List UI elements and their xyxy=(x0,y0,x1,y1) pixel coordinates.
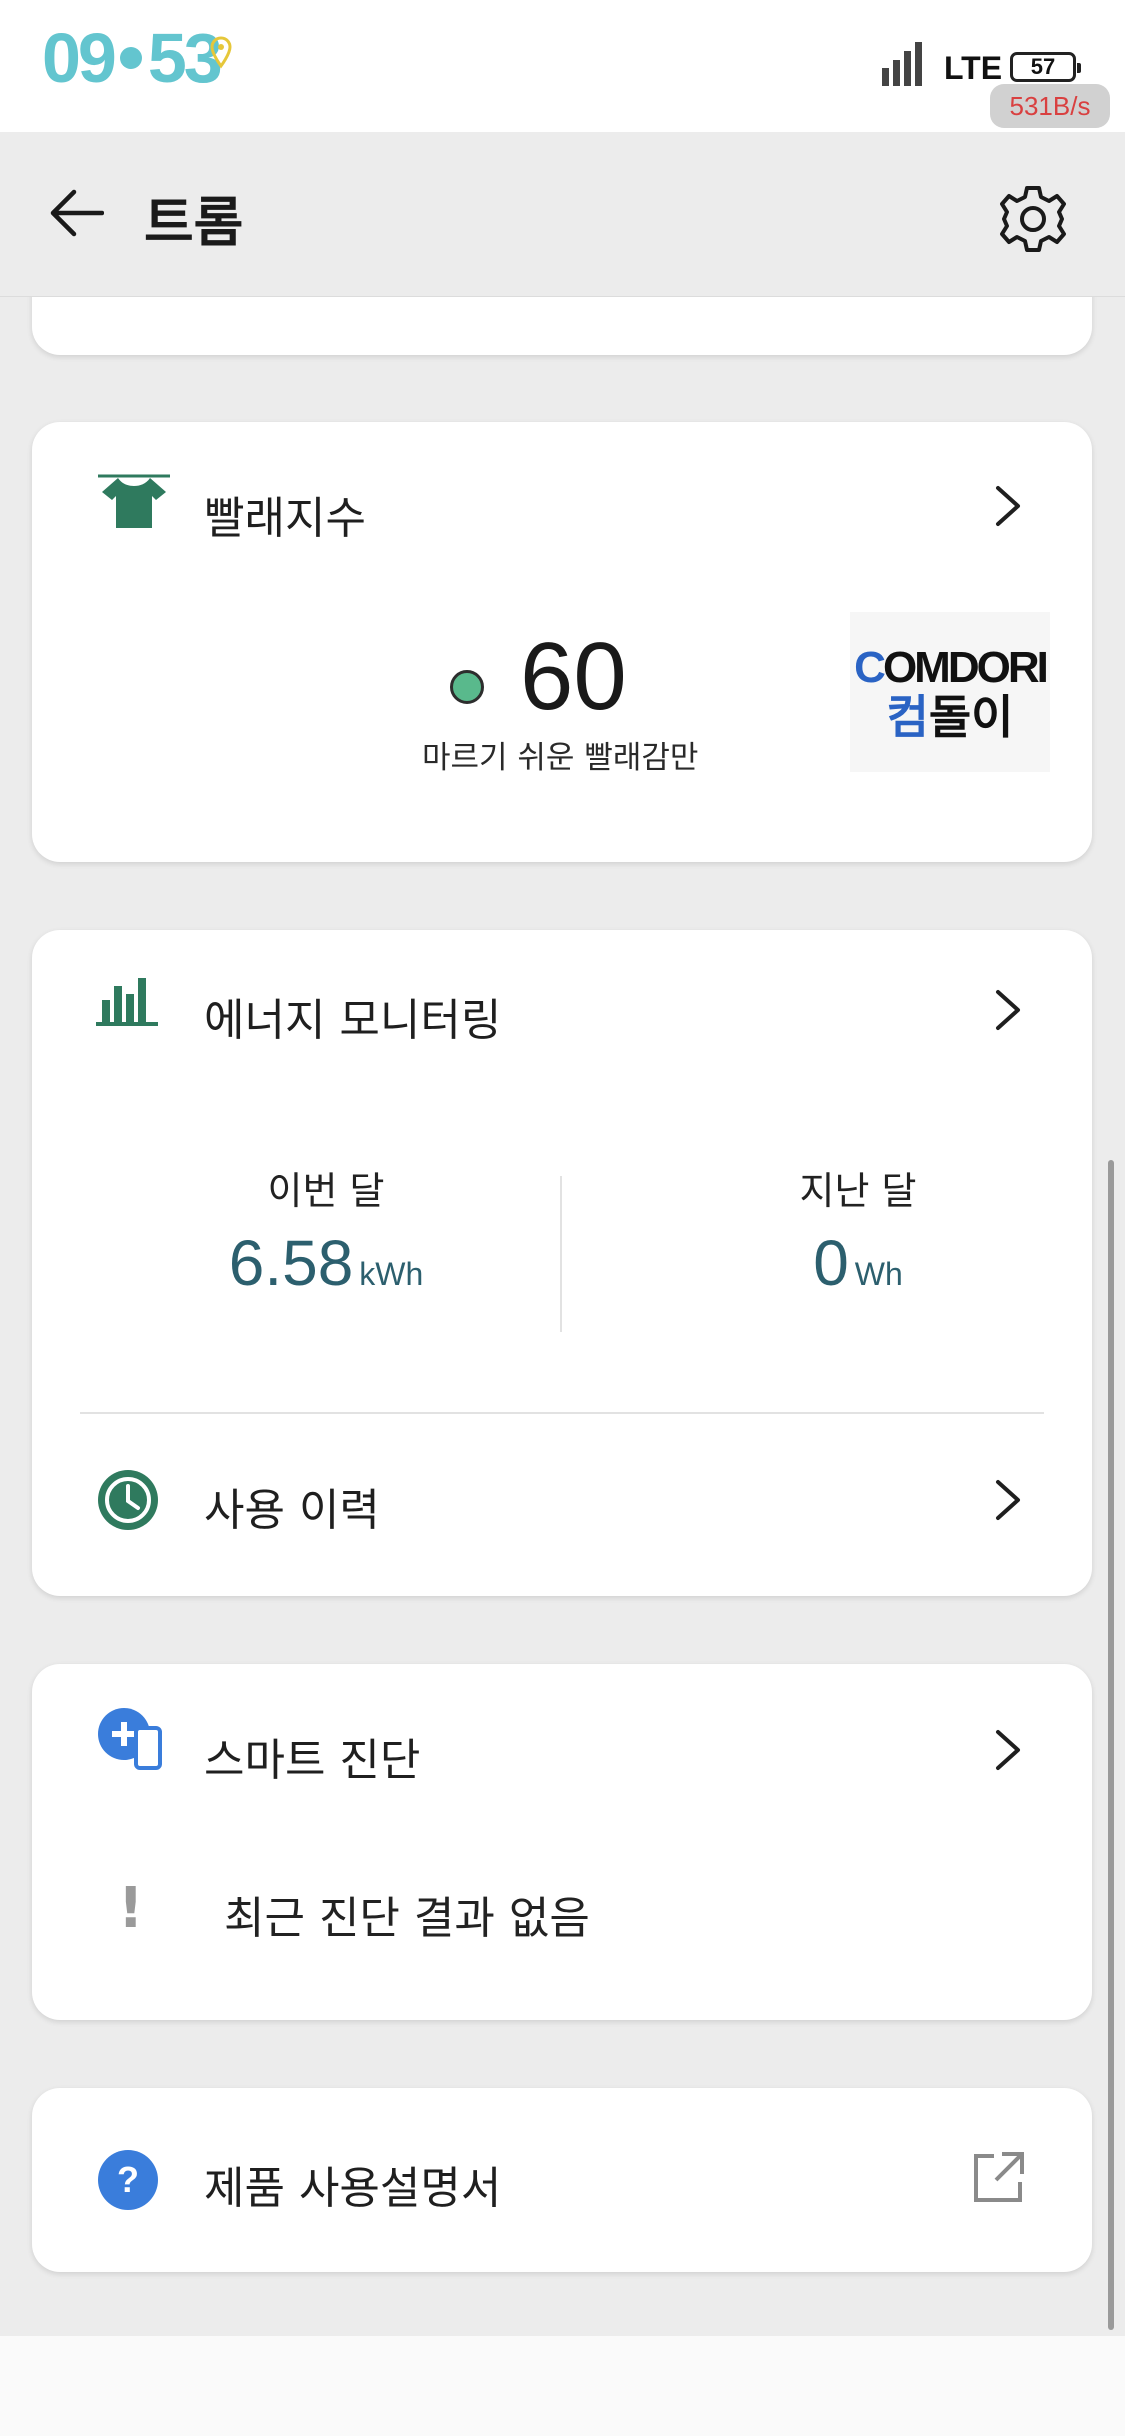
laundry-index-title: 빨래지수 xyxy=(204,493,366,544)
svg-text:?: ? xyxy=(117,2159,139,2200)
bar-chart-icon xyxy=(96,978,158,1026)
energy-monitoring-title[interactable]: 에너지 모니터링 xyxy=(204,984,501,1048)
status-clock: 09 53 xyxy=(42,18,223,98)
laundry-index-value: 60 xyxy=(520,623,627,730)
status-bar: 09 53 LTE 57 531B/s xyxy=(0,0,1125,132)
smart-diagnosis-title: 스마트 진단 xyxy=(204,1735,421,1786)
brand-logo: COMDORI 컴돌이 xyxy=(850,612,1050,772)
network-speed: 531B/s xyxy=(990,84,1110,128)
usage-history-row[interactable]: 사용 이력 xyxy=(32,1416,1092,1596)
external-link-icon[interactable] xyxy=(970,2150,1026,2206)
chevron-right-icon[interactable] xyxy=(994,484,1022,528)
smart-diagnosis-card[interactable]: 스마트 진단 ! 최근 진단 결과 없음 xyxy=(32,1664,1092,2020)
battery-indicator: 57 xyxy=(1010,52,1081,82)
laundry-status-dot xyxy=(450,670,484,704)
clock-hour: 09 xyxy=(42,19,117,97)
smart-diagnosis-icon xyxy=(98,1708,162,1770)
signal-strength-icon xyxy=(882,42,922,86)
clock-minute: 53 xyxy=(147,19,223,97)
page-title: 트롬 xyxy=(144,191,244,254)
scrollbar[interactable] xyxy=(1108,1160,1114,2330)
last-month-usage: 0 Wh xyxy=(813,1227,903,1299)
section-divider xyxy=(80,1412,1044,1414)
app-bar: 트롬 xyxy=(0,132,1125,297)
clock-icon xyxy=(98,1470,158,1530)
location-pin-icon xyxy=(210,36,232,69)
arrow-left-icon[interactable] xyxy=(48,188,104,238)
this-month-label: 이번 달 xyxy=(267,1169,385,1213)
help-icon: ? xyxy=(98,2150,158,2210)
gear-icon[interactable] xyxy=(998,184,1068,254)
scroll-content[interactable]: 빨래지수 60 마르기 쉬운 빨래감만 COMDORI 컴돌이 에너지 모니터링… xyxy=(0,297,1125,2337)
chevron-right-icon[interactable] xyxy=(994,1478,1022,1522)
user-manual-card[interactable]: ? 제품 사용설명서 xyxy=(32,2088,1092,2272)
user-manual-title: 제품 사용설명서 xyxy=(204,2163,502,2214)
exclamation-icon: ! xyxy=(118,1876,144,1941)
chevron-right-icon[interactable] xyxy=(994,988,1022,1032)
laundry-index-card[interactable]: 빨래지수 60 마르기 쉬운 빨래감만 COMDORI 컴돌이 xyxy=(32,422,1092,862)
chevron-right-icon[interactable] xyxy=(994,1728,1022,1772)
this-month-usage: 6.58 kWh xyxy=(228,1227,424,1299)
usage-history-label: 사용 이력 xyxy=(204,1485,380,1536)
column-divider xyxy=(560,1176,562,1332)
last-month-label: 지난 달 xyxy=(799,1169,917,1213)
shirt-icon xyxy=(98,474,170,528)
diagnosis-status-text: 최근 진단 결과 없음 xyxy=(224,1893,590,1944)
energy-monitoring-card: 에너지 모니터링 이번 달 6.58 kWh 지난 달 0 Wh 사용 이력 xyxy=(32,930,1092,1596)
previous-card xyxy=(32,297,1092,355)
bottom-navigation-area xyxy=(0,2336,1125,2436)
laundry-index-description: 마르기 쉬운 빨래감만 xyxy=(422,740,699,776)
network-type: LTE xyxy=(944,50,1003,86)
